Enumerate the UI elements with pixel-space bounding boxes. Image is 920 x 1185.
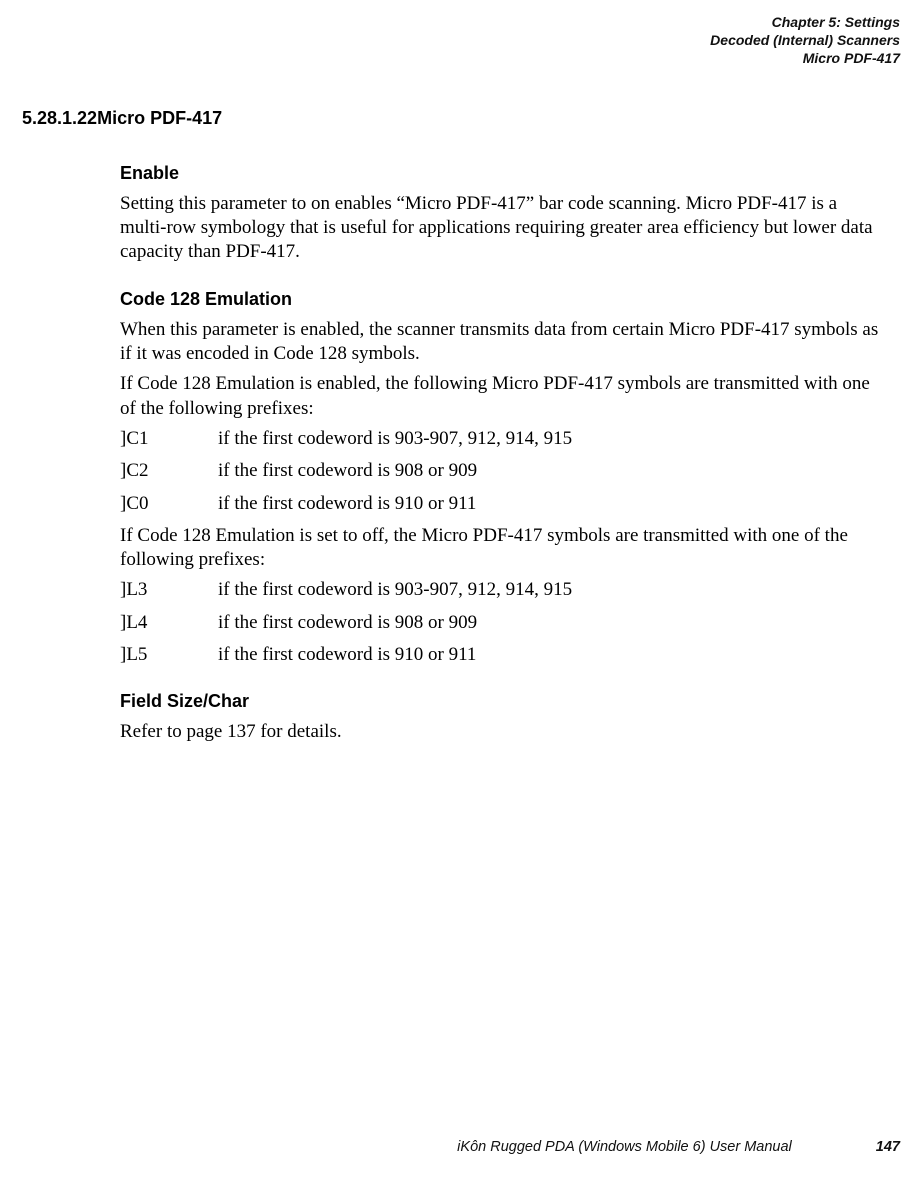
prefix-row: ]L4 if the first codeword is 908 or 909	[120, 611, 885, 635]
running-header: Chapter 5: Settings Decoded (Internal) S…	[22, 14, 900, 68]
enable-heading: Enable	[120, 163, 885, 184]
prefix-desc: if the first codeword is 903-907, 912, 9…	[218, 578, 572, 602]
prefix-row: ]C1 if the first codeword is 903-907, 91…	[120, 427, 885, 451]
footer-title: iKôn Rugged PDA (Windows Mobile 6) User …	[457, 1139, 792, 1155]
prefix-row: ]L5 if the first codeword is 910 or 911	[120, 643, 885, 667]
prefix-code: ]L4	[120, 611, 218, 635]
body-content: Enable Setting this parameter to on enab…	[22, 163, 900, 745]
fieldsize-paragraph: Refer to page 137 for details.	[120, 720, 885, 744]
prefix-row: ]L3 if the first codeword is 903-907, 91…	[120, 578, 885, 602]
enable-paragraph: Setting this parameter to on enables “Mi…	[120, 192, 885, 265]
section-title: Micro PDF-417	[97, 108, 222, 128]
fieldsize-heading: Field Size/Char	[120, 691, 885, 712]
prefix-code: ]C2	[120, 459, 218, 483]
header-section: Decoded (Internal) Scanners	[22, 32, 900, 50]
prefix-desc: if the first codeword is 910 or 911	[218, 643, 476, 667]
prefix-row: ]C2 if the first codeword is 908 or 909	[120, 459, 885, 483]
code128-heading: Code 128 Emulation	[120, 289, 885, 310]
prefix-code: ]C1	[120, 427, 218, 451]
code128-paragraph-2: If Code 128 Emulation is enabled, the fo…	[120, 372, 885, 421]
section-heading: 5.28.1.22Micro PDF-417	[22, 108, 900, 129]
prefix-desc: if the first codeword is 903-907, 912, 9…	[218, 427, 572, 451]
page: Chapter 5: Settings Decoded (Internal) S…	[0, 0, 920, 1185]
page-number: 147	[876, 1139, 900, 1155]
section-number: 5.28.1.22	[22, 108, 97, 128]
header-chapter: Chapter 5: Settings	[22, 14, 900, 32]
prefix-row: ]C0 if the first codeword is 910 or 911	[120, 492, 885, 516]
prefix-code: ]C0	[120, 492, 218, 516]
code128-paragraph-3: If Code 128 Emulation is set to off, the…	[120, 524, 885, 573]
prefix-code: ]L5	[120, 643, 218, 667]
prefix-desc: if the first codeword is 908 or 909	[218, 611, 477, 635]
prefix-desc: if the first codeword is 908 or 909	[218, 459, 477, 483]
header-topic: Micro PDF-417	[22, 50, 900, 68]
prefix-desc: if the first codeword is 910 or 911	[218, 492, 476, 516]
page-footer: iKôn Rugged PDA (Windows Mobile 6) User …	[22, 1139, 900, 1155]
code128-paragraph-1: When this parameter is enabled, the scan…	[120, 318, 885, 367]
prefix-code: ]L3	[120, 578, 218, 602]
